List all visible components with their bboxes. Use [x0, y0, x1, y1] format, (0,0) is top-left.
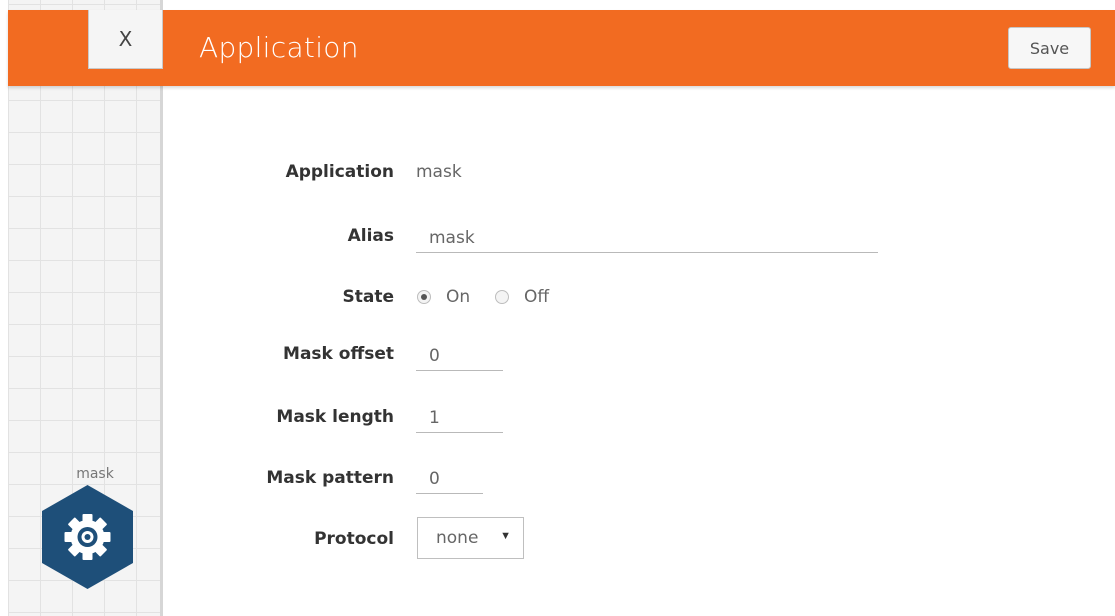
- state-label: State: [342, 287, 395, 307]
- save-button[interactable]: Save: [1008, 27, 1091, 69]
- mask-offset-input[interactable]: [416, 341, 503, 371]
- chevron-down-icon: ▼: [500, 530, 511, 542]
- state-on-label: On: [446, 287, 471, 307]
- mask-length-label: Mask length: [276, 407, 394, 427]
- alias-label: Alias: [347, 226, 394, 246]
- mask-offset-label: Mask offset: [283, 344, 394, 364]
- header-bar: [8, 10, 1115, 86]
- mask-pattern-label: Mask pattern: [266, 468, 394, 488]
- state-off-radio[interactable]: [495, 290, 509, 304]
- canvas-divider: [160, 0, 163, 616]
- close-button[interactable]: X: [88, 10, 163, 69]
- alias-input[interactable]: [416, 223, 878, 253]
- application-label: Application: [285, 162, 394, 182]
- protocol-select[interactable]: none ▼: [417, 517, 524, 559]
- page-title: Application: [199, 31, 359, 64]
- state-on-radio[interactable]: [417, 290, 431, 304]
- state-off-label: Off: [524, 287, 550, 307]
- mask-pattern-input[interactable]: [416, 464, 483, 494]
- protocol-selected-value: none: [436, 528, 479, 548]
- mask-length-input[interactable]: [416, 403, 503, 433]
- application-value: mask: [416, 162, 462, 182]
- protocol-label: Protocol: [314, 529, 394, 549]
